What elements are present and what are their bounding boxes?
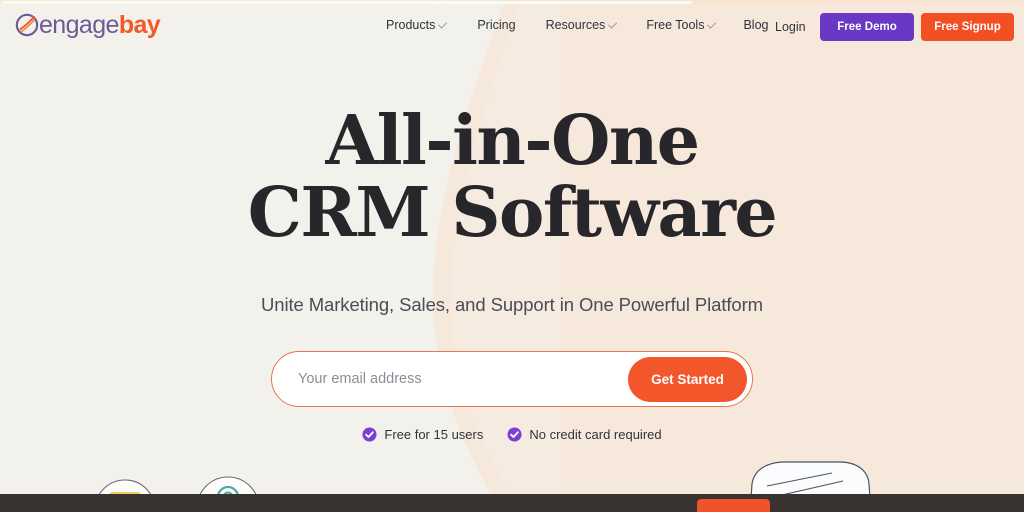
site-header: engagebay Products Pricing Resources Fre… [0, 0, 1024, 56]
nav-item-resources[interactable]: Resources [546, 18, 619, 32]
nav-item-pricing[interactable]: Pricing [477, 18, 515, 32]
nav-label-blog: Blog [743, 18, 769, 32]
engagebay-swoosh-circle-icon [15, 13, 39, 37]
bottom-dark-bar [0, 494, 1024, 512]
nav-item-blog[interactable]: Blog [743, 18, 768, 32]
brand-name-part-2: bay [118, 10, 161, 39]
feature-no-credit-card: No credit card required [507, 427, 662, 442]
check-circle-icon [362, 427, 377, 442]
nav-label-free-tools: Free Tools [646, 18, 705, 32]
free-signup-button[interactable]: Free Signup [921, 13, 1014, 41]
nav-item-free-tools[interactable]: Free Tools [646, 18, 717, 32]
headline-line-2: CRM Software [247, 173, 778, 254]
page-subtitle: Unite Marketing, Sales, and Support in O… [261, 294, 763, 315]
nav-label-resources: Resources [545, 18, 606, 32]
free-demo-button[interactable]: Free Demo [820, 13, 914, 41]
page-title: All-in-One CRM Software [0, 105, 1024, 249]
brand-name: engagebay [39, 10, 161, 39]
login-link[interactable]: Login [775, 20, 806, 34]
check-circle-icon [507, 427, 522, 442]
email-field[interactable] [272, 354, 628, 404]
email-signup-form: Get Started [271, 351, 753, 407]
chevron-down-icon [608, 18, 618, 29]
feature-list: Free for 15 users No credit card require… [0, 427, 1024, 442]
nav-label-pricing: Pricing [477, 18, 516, 32]
brand-logo[interactable]: engagebay [14, 10, 161, 39]
feature-free-for-15-users: Free for 15 users [362, 427, 483, 442]
get-started-button[interactable]: Get Started [628, 356, 747, 402]
chevron-down-icon [707, 18, 717, 29]
brand-name-part-1: engage [39, 10, 119, 39]
orange-cta-tab[interactable] [697, 499, 770, 512]
nav-item-products[interactable]: Products [386, 18, 448, 32]
feature-label: Free for 15 users [384, 427, 484, 442]
feature-label: No credit card required [529, 427, 662, 442]
main-navigation: Products Pricing Resources Free Tools Bl… [386, 18, 768, 32]
headline-line-1: All-in-One [325, 101, 700, 181]
chevron-down-icon [438, 18, 448, 29]
nav-label-products: Products [386, 18, 436, 32]
